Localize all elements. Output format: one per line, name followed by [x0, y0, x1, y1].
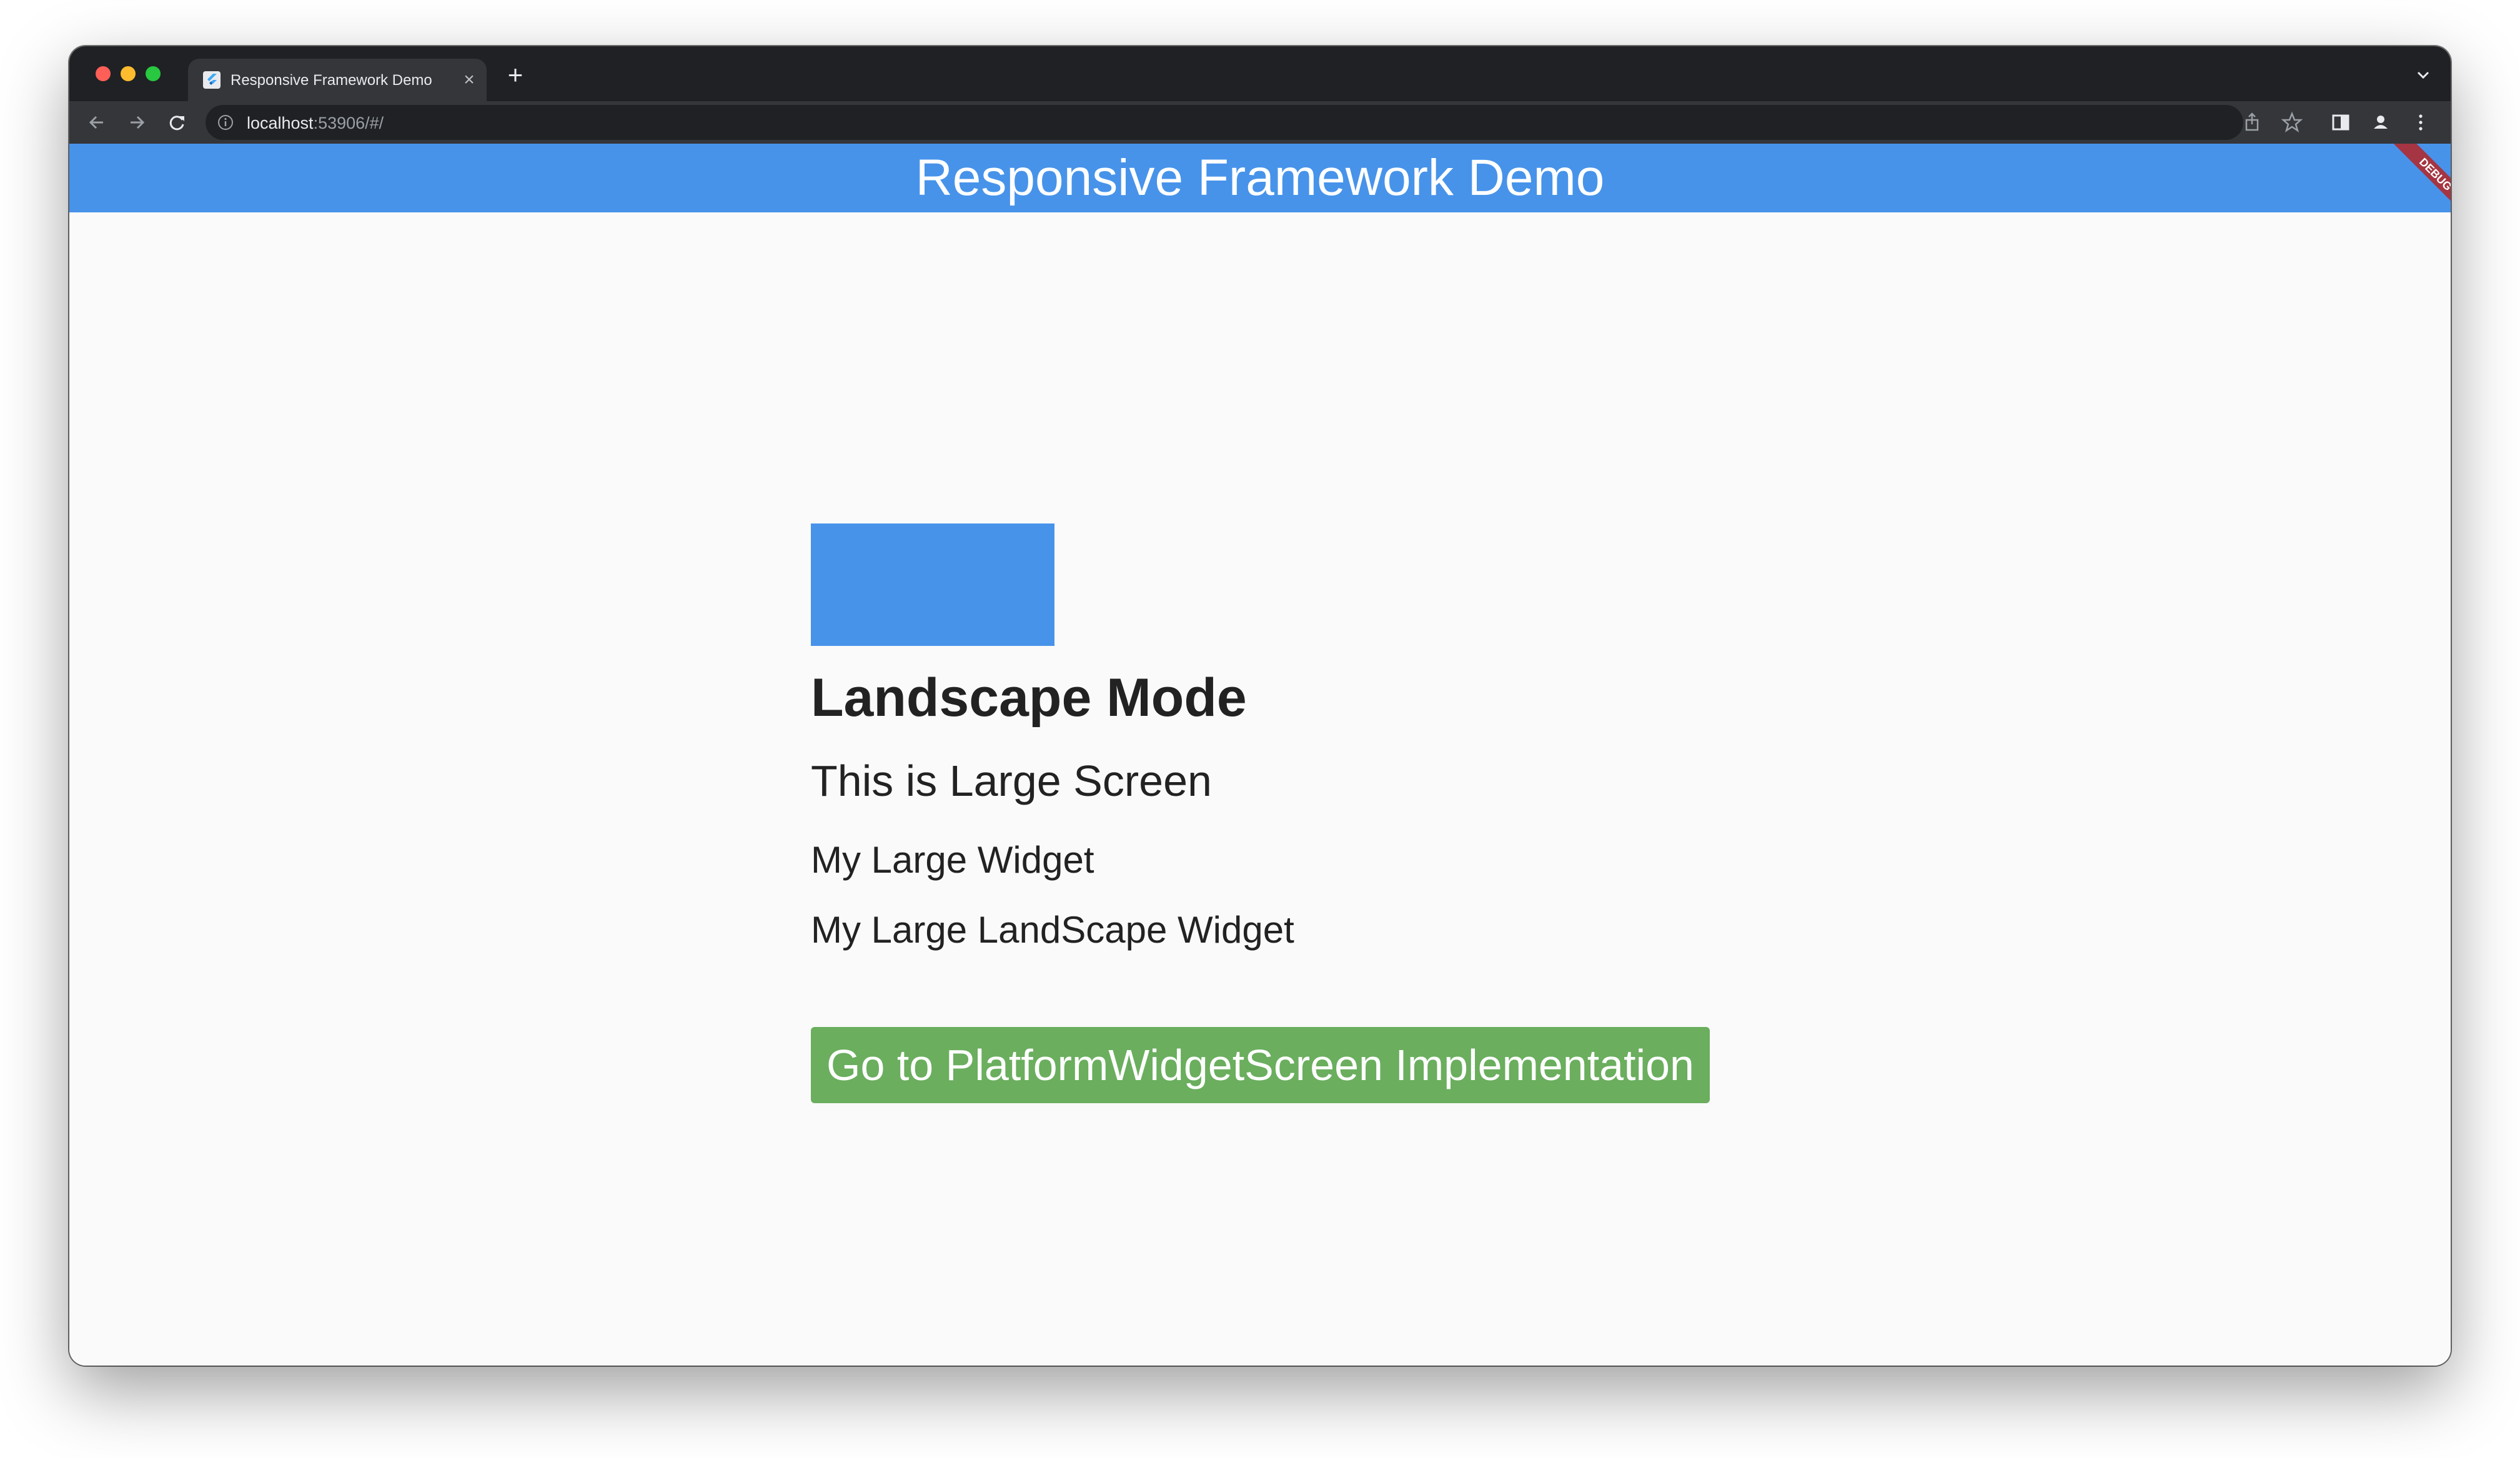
screen-size-text: This is Large Screen	[811, 756, 1212, 805]
browser-toolbar: localhost:53906/#/	[69, 101, 2451, 144]
page-heading: Landscape Mode	[811, 668, 1247, 728]
tab-search-chevron-icon[interactable]	[2409, 61, 2437, 89]
url-path: :53906/#/	[313, 114, 384, 132]
address-bar[interactable]: localhost:53906/#/	[206, 105, 2243, 140]
app-bar: Responsive Framework Demo	[69, 144, 2451, 212]
debug-banner: DEBUG	[2376, 144, 2451, 219]
side-panel-icon[interactable]	[2326, 107, 2356, 137]
close-tab-icon[interactable]: ×	[459, 70, 479, 90]
landscape-widget-text: My Large LandScape Widget	[811, 909, 1294, 951]
large-widget-text: My Large Widget	[811, 839, 1094, 881]
url-host: localhost	[247, 114, 314, 132]
share-icon[interactable]	[2237, 107, 2267, 137]
new-tab-icon[interactable]: +	[502, 61, 529, 89]
window-close-button[interactable]	[96, 66, 111, 81]
app-title: Responsive Framework Demo	[915, 149, 1605, 206]
bookmark-star-icon[interactable]	[2277, 107, 2307, 137]
browser-tab[interactable]: Responsive Framework Demo ×	[188, 59, 487, 101]
site-info-icon[interactable]	[217, 114, 234, 131]
back-icon[interactable]	[82, 107, 112, 137]
browser-window: Responsive Framework Demo × + localhost:…	[69, 46, 2451, 1366]
profile-icon[interactable]	[2366, 107, 2396, 137]
platform-widget-screen-button[interactable]: Go to PlatformWidgetScreen Implementatio…	[811, 1027, 1710, 1103]
flutter-icon	[203, 71, 221, 89]
blue-placeholder-box	[811, 523, 1054, 646]
page-content: Landscape Mode This is Large Screen My L…	[69, 212, 2451, 1366]
url-text[interactable]: localhost:53906/#/	[247, 114, 384, 133]
window-maximize-button[interactable]	[146, 66, 161, 81]
tab-title: Responsive Framework Demo	[231, 72, 432, 89]
forward-icon[interactable]	[122, 107, 152, 137]
window-minimize-button[interactable]	[121, 66, 136, 81]
reload-icon[interactable]	[162, 107, 192, 137]
tab-strip: Responsive Framework Demo × +	[69, 46, 2451, 101]
debug-banner-label: DEBUG	[2386, 144, 2451, 219]
menu-kebab-icon[interactable]	[2406, 107, 2436, 137]
